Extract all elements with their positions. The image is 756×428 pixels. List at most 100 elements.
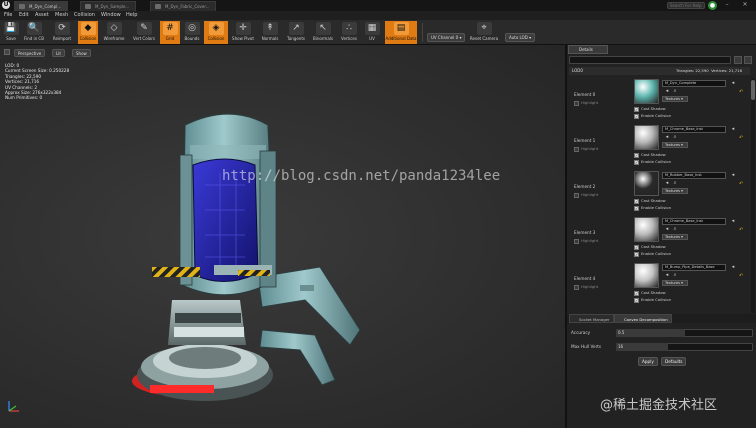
highlight-checkbox[interactable]: Highlight bbox=[574, 284, 598, 290]
reset-arrow-icon[interactable]: ↶ bbox=[739, 227, 745, 233]
toolbar-button-reset-camera[interactable]: ⌖ Reset Camera bbox=[467, 21, 501, 44]
option-cast-shadow[interactable]: ✓ Cast Shadow bbox=[634, 152, 666, 158]
use-selected-icon[interactable]: ◂ bbox=[730, 80, 736, 86]
document-tab-2[interactable]: M_Dyn_Fabric_Cover... bbox=[150, 1, 217, 11]
toolbar-button-normals[interactable]: ↟ Normals bbox=[258, 21, 282, 44]
textures-button[interactable]: Textures ▾ bbox=[662, 142, 688, 148]
menu-edit[interactable]: Edit bbox=[19, 12, 29, 18]
highlight-checkbox[interactable]: Highlight bbox=[574, 192, 598, 198]
highlight-checkbox[interactable]: Highlight bbox=[574, 100, 598, 106]
defaults-button[interactable]: Defaults bbox=[661, 357, 687, 366]
material-thumbnail[interactable] bbox=[634, 171, 659, 196]
toolbar-button-bounds[interactable]: ◎ Bounds bbox=[182, 21, 202, 44]
toolbar-button-tangents[interactable]: ↗ Tangents bbox=[284, 21, 308, 44]
mesh-viewport[interactable]: Perspective Lit Show LOD: 0 Current Scre… bbox=[0, 45, 565, 428]
details-scroll-thumb[interactable] bbox=[751, 80, 755, 100]
document-tab-1[interactable]: M_Dyn_Sample... bbox=[80, 1, 137, 11]
material-dropdown[interactable]: M_Chrome_Base_Inst bbox=[662, 218, 726, 225]
arrow-left-icon[interactable]: ◂ bbox=[664, 226, 670, 232]
toolbar-button-additional-data[interactable]: ▤ Additional Data bbox=[385, 21, 417, 44]
option-cast-shadow[interactable]: ✓ Cast Shadow bbox=[634, 198, 666, 204]
textures-button[interactable]: Textures ▾ bbox=[662, 280, 688, 286]
highlight-checkbox[interactable]: Highlight bbox=[574, 238, 598, 244]
toolbar-button-reimport[interactable]: ⟳ Reimport bbox=[50, 21, 74, 44]
lit-button[interactable]: Lit bbox=[52, 49, 65, 57]
menu-collision[interactable]: Collision bbox=[74, 12, 95, 18]
option-cast-shadow[interactable]: ✓ Cast Shadow bbox=[634, 290, 666, 296]
auto-lod-dropdown[interactable]: Auto LOD ▾ bbox=[505, 33, 536, 42]
textures-button[interactable]: Textures ▾ bbox=[662, 234, 688, 240]
details-scrollbar[interactable] bbox=[751, 78, 755, 313]
uv-channel-dropdown[interactable]: UV Channel 0 ▾ bbox=[427, 33, 466, 42]
menu-asset[interactable]: Asset bbox=[35, 12, 49, 18]
tab-socket-manager[interactable]: Socket Manager bbox=[569, 314, 614, 323]
toolbar-button-save[interactable]: 💾 Save bbox=[3, 21, 19, 44]
arrow-left-icon[interactable]: ◂ bbox=[664, 134, 670, 140]
viewport-options-icon[interactable] bbox=[4, 49, 10, 55]
option-enable-collision[interactable]: ✓ Enable Collision bbox=[634, 251, 671, 257]
arrow-left-icon[interactable]: ◂ bbox=[664, 88, 670, 94]
material-thumbnail[interactable] bbox=[634, 217, 659, 242]
reset-arrow-icon[interactable]: ↶ bbox=[739, 273, 745, 279]
toolbar-button-collision[interactable]: ◆ Collision bbox=[78, 21, 98, 44]
reset-arrow-icon[interactable]: ↶ bbox=[739, 135, 745, 141]
details-tab[interactable]: Details bbox=[568, 45, 608, 54]
show-button[interactable]: Show bbox=[72, 49, 91, 57]
arrow-left-icon[interactable]: ◂ bbox=[664, 180, 670, 186]
browse-icon[interactable]: ⌕ bbox=[672, 272, 678, 278]
toolbar-button-show-pivot[interactable]: ✛ Show Pivot bbox=[230, 21, 256, 44]
normals-icon: ↟ bbox=[262, 22, 278, 35]
source-control-icon[interactable]: ● bbox=[708, 1, 717, 10]
textures-button[interactable]: Textures ▾ bbox=[662, 96, 688, 102]
material-thumbnail[interactable] bbox=[634, 263, 659, 288]
lock-icon[interactable] bbox=[744, 56, 752, 64]
menu-help[interactable]: Help bbox=[126, 12, 137, 18]
toolbar-button-vertices[interactable]: ∴ Vertices bbox=[338, 21, 360, 44]
option-enable-collision[interactable]: ✓ Enable Collision bbox=[634, 113, 671, 119]
toolbar-button-find-in-cb[interactable]: 🔍 Find in CB bbox=[22, 21, 46, 44]
close-button[interactable]: ✕ bbox=[740, 1, 750, 9]
apply-button[interactable]: Apply bbox=[638, 357, 658, 366]
material-thumbnail[interactable] bbox=[634, 125, 659, 150]
material-dropdown[interactable]: M_Chrome_Base_Inst bbox=[662, 126, 726, 133]
option-enable-collision[interactable]: ✓ Enable Collision bbox=[634, 205, 671, 211]
details-search-input[interactable] bbox=[569, 56, 731, 64]
use-selected-icon[interactable]: ◂ bbox=[730, 126, 736, 132]
perspective-button[interactable]: Perspective bbox=[14, 49, 46, 57]
material-dropdown[interactable]: M_Bump_Pipe_Details_Base bbox=[662, 264, 726, 271]
menu-file[interactable]: File bbox=[4, 12, 12, 18]
toolbar-button-wireframe[interactable]: ◇ Wireframe bbox=[100, 21, 128, 44]
option-cast-shadow[interactable]: ✓ Cast Shadow bbox=[634, 106, 666, 112]
minimize-button[interactable]: – bbox=[722, 1, 732, 9]
toolbar-button-vert-colors[interactable]: ✎ Vert Colors bbox=[130, 21, 158, 44]
arrow-left-icon[interactable]: ◂ bbox=[664, 272, 670, 278]
browse-icon[interactable]: ⌕ bbox=[672, 88, 678, 94]
toolbar-button-label: Reimport bbox=[52, 36, 72, 41]
toolbar-button-grid[interactable]: # Grid bbox=[160, 21, 180, 44]
browse-icon[interactable]: ⌕ bbox=[672, 226, 678, 232]
use-selected-icon[interactable]: ◂ bbox=[730, 264, 736, 270]
reset-arrow-icon[interactable]: ↶ bbox=[739, 181, 745, 187]
menu-mesh[interactable]: Mesh bbox=[55, 12, 68, 18]
menu-window[interactable]: Window bbox=[101, 12, 121, 18]
tab-convex-decomposition[interactable]: Convex Decomposition bbox=[614, 314, 672, 323]
toolbar-button-uv[interactable]: ▦ UV bbox=[362, 21, 382, 44]
material-dropdown[interactable]: M_Rubber_Base_Inst bbox=[662, 172, 726, 179]
view-options-icon[interactable] bbox=[734, 56, 742, 64]
option-enable-collision[interactable]: ✓ Enable Collision bbox=[634, 159, 671, 165]
option-enable-collision[interactable]: ✓ Enable Collision bbox=[634, 297, 671, 303]
material-thumbnail[interactable] bbox=[634, 79, 659, 104]
option-cast-shadow[interactable]: ✓ Cast Shadow bbox=[634, 244, 666, 250]
textures-button[interactable]: Textures ▾ bbox=[662, 188, 688, 194]
use-selected-icon[interactable]: ◂ bbox=[730, 172, 736, 178]
toolbar-button-binormals[interactable]: ↖ Binormals bbox=[310, 21, 336, 44]
material-dropdown[interactable]: M_Dyn_Complete bbox=[662, 80, 726, 87]
document-tab-0[interactable]: M_Dyn_Compl... bbox=[14, 1, 69, 11]
highlight-checkbox[interactable]: Highlight bbox=[574, 146, 598, 152]
toolbar-button-collision[interactable]: ◈ Collision bbox=[204, 21, 228, 44]
reset-arrow-icon[interactable]: ↶ bbox=[739, 89, 745, 95]
use-selected-icon[interactable]: ◂ bbox=[730, 218, 736, 224]
browse-icon[interactable]: ⌕ bbox=[672, 134, 678, 140]
help-search-input[interactable]: Search For Help bbox=[667, 2, 705, 9]
browse-icon[interactable]: ⌕ bbox=[672, 180, 678, 186]
